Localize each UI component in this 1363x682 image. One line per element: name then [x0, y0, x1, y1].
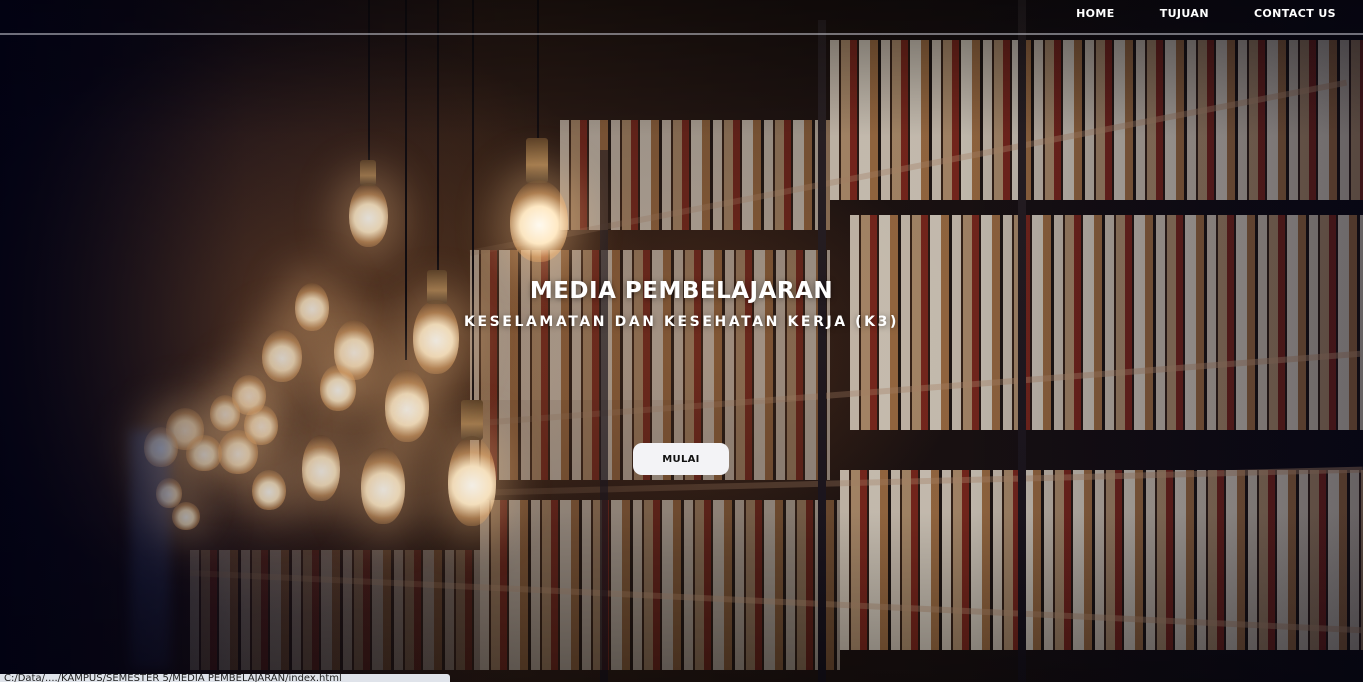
nav-link-contact-us[interactable]: CONTACT US	[1254, 7, 1336, 20]
shelf-post	[818, 20, 826, 682]
shelf-post	[1018, 0, 1026, 682]
books-row	[830, 40, 1363, 200]
hero-section: HOME TUJUAN CONTACT US MEDIA PEMBELAJARA…	[0, 0, 1363, 682]
light-bulb-icon	[210, 395, 240, 431]
bulb-wire	[437, 0, 439, 270]
light-bulb-icon	[320, 365, 356, 411]
light-bulb-icon	[262, 330, 302, 382]
top-navbar: HOME TUJUAN CONTACT US	[0, 0, 1363, 35]
bulb-socket	[461, 400, 483, 440]
shelf-post	[600, 150, 608, 682]
light-bulb-icon	[510, 180, 568, 262]
light-bulb-icon	[218, 430, 258, 474]
light-bulb-icon	[413, 300, 459, 374]
light-bulb-icon	[252, 470, 286, 510]
nav-link-home[interactable]: HOME	[1076, 7, 1115, 20]
light-bulb-icon	[302, 435, 340, 501]
light-bulb-icon	[385, 370, 429, 442]
bulb-socket	[526, 138, 548, 183]
window-glow	[130, 430, 170, 670]
bulb-wire	[405, 0, 407, 360]
books-row	[190, 550, 480, 670]
bulb-wire	[472, 0, 474, 400]
light-bulb-icon	[172, 502, 200, 530]
books-row	[480, 500, 840, 670]
light-bulb-icon	[448, 436, 496, 526]
start-button[interactable]: MULAI	[633, 443, 729, 475]
light-bulb-icon	[349, 183, 388, 247]
nav-links: HOME TUJUAN CONTACT US	[1031, 7, 1336, 20]
browser-status-bar: C:/Data/..../KAMPUS/SEMESTER 5/MEDIA PEM…	[0, 674, 450, 682]
nav-link-tujuan[interactable]: TUJUAN	[1160, 7, 1209, 20]
hero-subtitle: KESELAMATAN DAN KESEHATAN KERJA (K3)	[464, 314, 899, 330]
light-bulb-icon	[186, 435, 222, 471]
hero-title: MEDIA PEMBELAJARAN	[529, 278, 834, 304]
light-bulb-icon	[361, 448, 405, 524]
